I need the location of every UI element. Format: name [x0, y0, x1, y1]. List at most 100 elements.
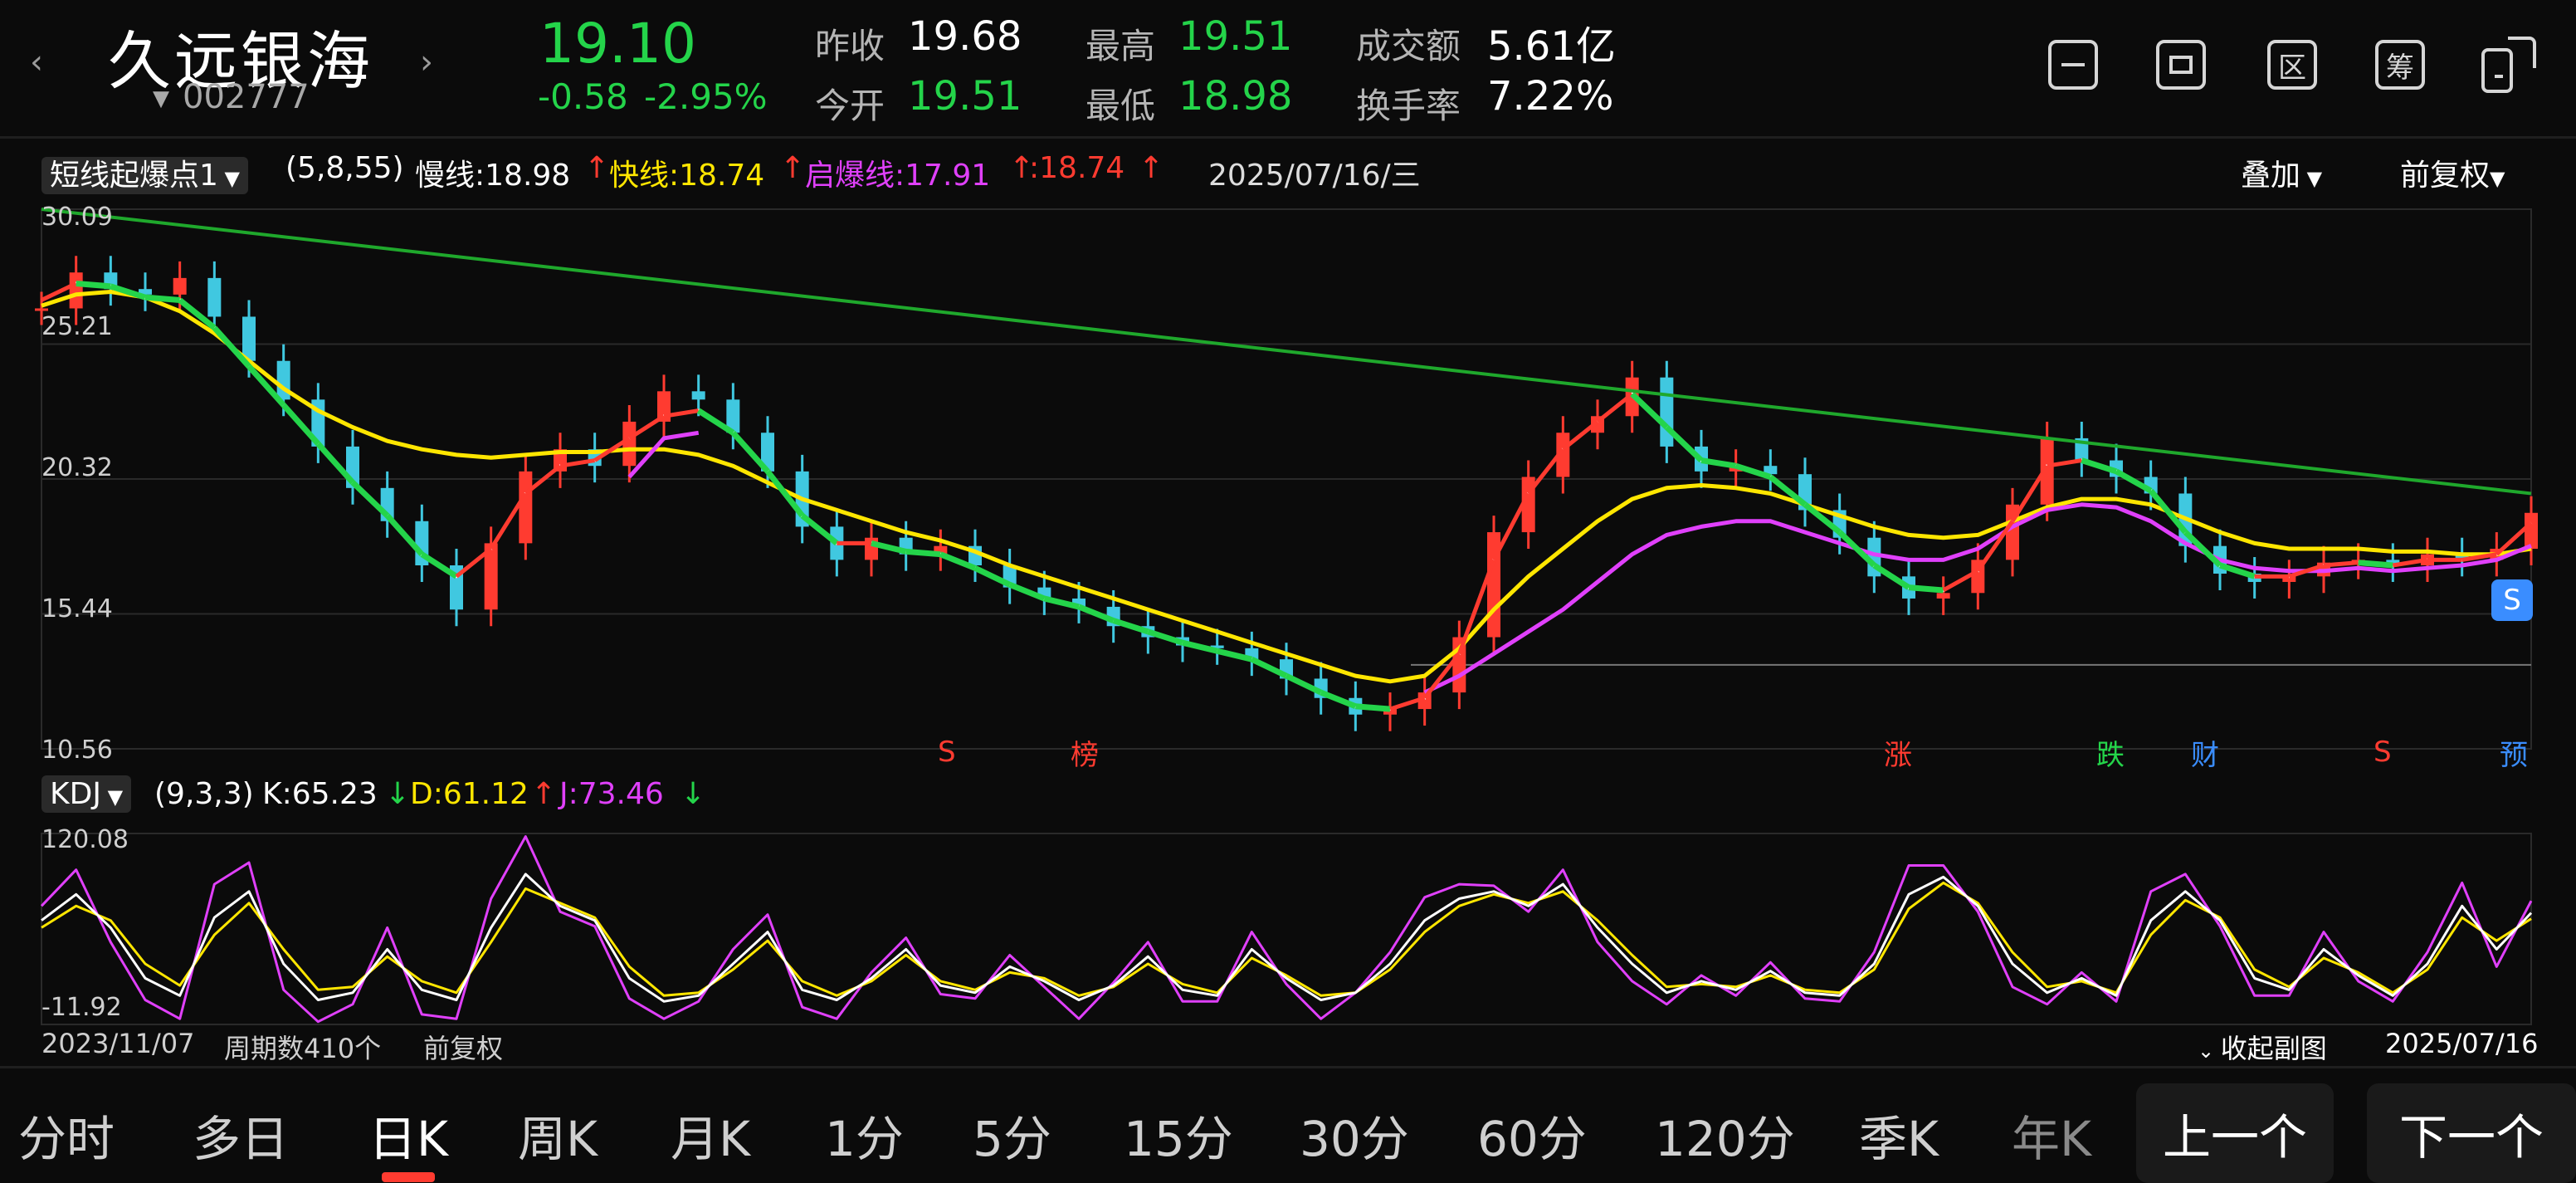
tab-daily-k[interactable]: 日K	[368, 1100, 448, 1170]
signal-badge[interactable]: S	[2491, 579, 2533, 621]
kdj-j-value: J:73.46	[559, 777, 664, 811]
main-indicator-selector[interactable]: 短线起爆点1 ▼	[41, 151, 248, 194]
kdj-d-value: D:61.12	[410, 777, 529, 811]
adjust-label: 前复权	[2400, 159, 2491, 193]
main-indicator-params: (5,8,55)	[285, 151, 404, 185]
tab-multi-day[interactable]: 多日	[193, 1100, 289, 1170]
kline-chart[interactable]	[0, 191, 2576, 772]
dropdown-caret-icon: ▼	[100, 785, 124, 809]
tab-1min[interactable]: 1分	[825, 1100, 904, 1170]
tab-yearly-k[interactable]: 年K	[2012, 1100, 2091, 1170]
candle-body	[622, 421, 637, 467]
limit-up-marker[interactable]: 涨	[1884, 732, 1912, 773]
main-indicator-name: 短线起爆点1	[50, 159, 218, 193]
next-stock-button[interactable]: 下一个	[2367, 1083, 2576, 1183]
price-change: -0.58	[538, 76, 628, 117]
tab-intraday[interactable]: 分时	[18, 1100, 115, 1170]
high-label: 最高	[1086, 26, 1156, 66]
candle-body	[242, 316, 256, 361]
dropdown-caret-icon: ▼	[2490, 167, 2505, 190]
up-arrow-icon: ↑	[531, 777, 557, 811]
y-axis-label: 20.32	[41, 453, 113, 482]
candle-body	[519, 471, 533, 544]
stock-code: 002777	[183, 78, 310, 116]
tab-monthly-k[interactable]: 月K	[671, 1100, 750, 1170]
up-arrow-icon: ↑	[584, 151, 610, 185]
chevron-down-icon: ⌄	[2198, 1039, 2221, 1063]
tab-120min[interactable]: 120分	[1655, 1100, 1795, 1170]
sub-indicator-selector[interactable]: KDJ ▼	[41, 775, 132, 813]
low-label: 最低	[1086, 86, 1156, 126]
footer-adjust: 前复权	[423, 1033, 504, 1064]
turnover-rate-value: 7.22%	[1487, 73, 1614, 120]
fast-line-down-segment	[1182, 639, 1218, 654]
minus-box-icon[interactable]	[2048, 40, 2098, 90]
dragon-tiger-list-marker[interactable]: 榜	[1071, 732, 1099, 773]
overlay-selector[interactable]: 叠加 ▼	[2241, 151, 2322, 194]
y-axis-label: 10.56	[41, 736, 113, 765]
footer-divider	[0, 1066, 2576, 1068]
adjust-selector[interactable]: 前复权▼	[2400, 151, 2505, 194]
fast-line-down-segment	[144, 294, 180, 303]
forecast-marker[interactable]: 预	[2500, 732, 2528, 773]
tab-weekly-k[interactable]: 周K	[518, 1100, 598, 1170]
fast-line-value: 快线:18.74	[609, 159, 765, 193]
dropdown-caret-icon: ▼	[217, 167, 240, 190]
y-axis-label: 25.21	[41, 312, 113, 341]
collapse-subchart-label: 收起副图	[2220, 1033, 2327, 1064]
overlay-label: 叠加	[2241, 159, 2301, 193]
prev-stock-button[interactable]: 上一个	[2136, 1083, 2334, 1183]
signal-marker-s[interactable]: S	[2374, 736, 2392, 769]
fast-line-down-segment	[1355, 703, 1391, 712]
financial-report-marker[interactable]: 财	[2191, 732, 2219, 773]
limit-down-marker[interactable]: 跌	[2096, 732, 2125, 773]
sub-indicator-name: KDJ	[50, 777, 101, 811]
tab-15min[interactable]: 15分	[1124, 1100, 1233, 1170]
start-line-value: 启爆线:17.91	[805, 159, 991, 193]
open-label: 今开	[815, 86, 886, 126]
header-divider	[0, 136, 2576, 139]
signal-marker-s[interactable]: S	[938, 736, 956, 769]
high-value: 19.51	[1178, 13, 1293, 60]
low-value: 18.98	[1178, 73, 1293, 120]
turnover-amount-value: 5.61亿	[1487, 23, 1616, 70]
fast-line-down-segment	[2358, 560, 2393, 569]
candle-body	[1660, 377, 1674, 447]
current-price: 19.10	[539, 12, 696, 76]
chip-distribution-icon[interactable]: 筹	[2375, 40, 2425, 90]
fast-line-up-segment	[2323, 560, 2359, 568]
fast-line-down-segment	[1908, 584, 1944, 594]
candle-body	[207, 277, 222, 317]
screen-box-icon[interactable]	[2156, 40, 2206, 90]
down-arrow-icon: ↓	[385, 777, 411, 811]
prev-close-label: 昨收	[815, 26, 886, 66]
code-dropdown-icon[interactable]: ▼	[153, 86, 169, 111]
kdj-k-value: K:65.23	[262, 777, 378, 811]
fast-line-down-segment	[76, 281, 111, 290]
next-stock-arrow-icon[interactable]: ›	[420, 43, 433, 81]
candle-body	[865, 537, 878, 560]
rotate-device-icon[interactable]	[2480, 33, 2538, 96]
tab-60min[interactable]: 60分	[1477, 1100, 1587, 1170]
collapse-subchart-button[interactable]: ⌄ 收起副图	[2198, 1028, 2327, 1066]
chart-date: 2025/07/16/三	[1208, 159, 1421, 193]
candle-body	[69, 272, 83, 309]
tab-30min[interactable]: 30分	[1300, 1100, 1409, 1170]
region-select-icon[interactable]: 区	[2267, 40, 2317, 90]
y-axis-label: 30.09	[41, 203, 113, 232]
slow-line-value: 慢线:18.98	[415, 159, 571, 193]
active-tab-indicator	[382, 1172, 435, 1182]
tab-quarterly-k[interactable]: 季K	[1859, 1100, 1939, 1170]
candle-body	[2525, 512, 2538, 550]
candle-body	[1936, 593, 1950, 599]
kdj-chart[interactable]	[0, 822, 2576, 1038]
start-date: 2023/11/07	[41, 1028, 195, 1059]
tab-5min[interactable]: 5分	[973, 1100, 1051, 1170]
candle-body	[173, 277, 187, 295]
prev-stock-arrow-icon[interactable]: ‹	[30, 43, 43, 81]
open-value: 19.51	[908, 73, 1022, 120]
start-line-value-2: :18.74	[1029, 151, 1125, 185]
price-change-pct: -2.95%	[644, 76, 768, 117]
up-arrow-icon: ↑	[780, 151, 806, 185]
trend-line	[41, 208, 2532, 496]
